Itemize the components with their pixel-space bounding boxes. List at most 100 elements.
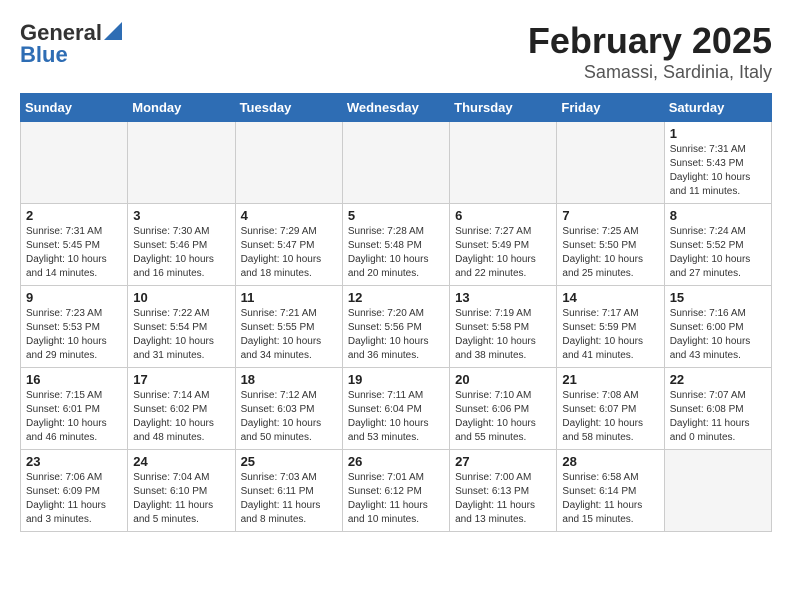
day-info: Sunrise: 7:19 AM Sunset: 5:58 PM Dayligh… [455, 307, 551, 363]
calendar-week-row: 1 Sunrise: 7:31 AM Sunset: 5:43 PM Daylig… [21, 122, 772, 204]
calendar-cell: 7Sunrise: 7:25 AM Sunset: 5:50 PM Daylig… [557, 204, 664, 286]
day-info: Sunrise: 6:58 AM Sunset: 6:14 PM Dayligh… [562, 471, 658, 527]
calendar-cell: 2 Sunrise: 7:31 AM Sunset: 5:45 PM Daylig… [21, 204, 128, 286]
day-info: Sunrise: 7:14 AM Sunset: 6:02 PM Dayligh… [133, 389, 229, 445]
day-number: 18 [241, 372, 337, 387]
day-number: 25 [241, 454, 337, 469]
day-info: Sunrise: 7:08 AM Sunset: 6:07 PM Dayligh… [562, 389, 658, 445]
calendar-table: SundayMondayTuesdayWednesdayThursdayFrid… [20, 93, 772, 532]
day-number: 10 [133, 290, 229, 305]
day-info: Sunrise: 7:27 AM Sunset: 5:49 PM Dayligh… [455, 225, 551, 281]
calendar-cell: 9 Sunrise: 7:23 AM Sunset: 5:53 PM Daylig… [21, 286, 128, 368]
page-header: General Blue February 2025 Samassi, Sard… [20, 20, 772, 83]
calendar-cell: 13 Sunrise: 7:19 AM Sunset: 5:58 PM Dayli… [450, 286, 557, 368]
calendar-cell: 27 Sunrise: 7:00 AM Sunset: 6:13 PM Dayli… [450, 450, 557, 532]
day-info: Sunrise: 7:31 AM Sunset: 5:43 PM Dayligh… [670, 143, 766, 199]
day-info: Sunrise: 7:30 AM Sunset: 5:46 PM Dayligh… [133, 225, 229, 281]
column-header-thursday: Thursday [450, 94, 557, 122]
day-number: 16 [26, 372, 122, 387]
day-info: Sunrise: 7:03 AM Sunset: 6:11 PM Dayligh… [241, 471, 337, 527]
logo-blue-text: Blue [20, 42, 68, 68]
day-number: 6 [455, 208, 551, 223]
day-number: 28 [562, 454, 658, 469]
day-number: 2 [26, 208, 122, 223]
day-info: Sunrise: 7:31 AM Sunset: 5:45 PM Dayligh… [26, 225, 122, 281]
calendar-cell: 1 Sunrise: 7:31 AM Sunset: 5:43 PM Daylig… [664, 122, 771, 204]
day-info: Sunrise: 7:21 AM Sunset: 5:55 PM Dayligh… [241, 307, 337, 363]
day-number: 12 [348, 290, 444, 305]
day-info: Sunrise: 7:20 AM Sunset: 5:56 PM Dayligh… [348, 307, 444, 363]
calendar-cell: 19 Sunrise: 7:11 AM Sunset: 6:04 PM Dayli… [342, 368, 449, 450]
day-number: 24 [133, 454, 229, 469]
calendar-cell [557, 122, 664, 204]
calendar-cell: 24 Sunrise: 7:04 AM Sunset: 6:10 PM Dayli… [128, 450, 235, 532]
day-info: Sunrise: 7:01 AM Sunset: 6:12 PM Dayligh… [348, 471, 444, 527]
calendar-cell: 17 Sunrise: 7:14 AM Sunset: 6:02 PM Dayli… [128, 368, 235, 450]
column-header-wednesday: Wednesday [342, 94, 449, 122]
day-number: 20 [455, 372, 551, 387]
day-number: 3 [133, 208, 229, 223]
title-block: February 2025 Samassi, Sardinia, Italy [528, 20, 772, 83]
calendar-week-row: 23Sunrise: 7:06 AM Sunset: 6:09 PM Dayli… [21, 450, 772, 532]
calendar-cell [128, 122, 235, 204]
day-number: 19 [348, 372, 444, 387]
calendar-week-row: 9 Sunrise: 7:23 AM Sunset: 5:53 PM Daylig… [21, 286, 772, 368]
day-info: Sunrise: 7:15 AM Sunset: 6:01 PM Dayligh… [26, 389, 122, 445]
calendar-cell: 18 Sunrise: 7:12 AM Sunset: 6:03 PM Dayli… [235, 368, 342, 450]
calendar-cell: 5 Sunrise: 7:28 AM Sunset: 5:48 PM Daylig… [342, 204, 449, 286]
day-number: 17 [133, 372, 229, 387]
day-number: 27 [455, 454, 551, 469]
day-info: Sunrise: 7:17 AM Sunset: 5:59 PM Dayligh… [562, 307, 658, 363]
column-header-monday: Monday [128, 94, 235, 122]
calendar-cell: 8Sunrise: 7:24 AM Sunset: 5:52 PM Daylig… [664, 204, 771, 286]
calendar-cell [21, 122, 128, 204]
calendar-week-row: 2 Sunrise: 7:31 AM Sunset: 5:45 PM Daylig… [21, 204, 772, 286]
day-info: Sunrise: 7:23 AM Sunset: 5:53 PM Dayligh… [26, 307, 122, 363]
day-info: Sunrise: 7:22 AM Sunset: 5:54 PM Dayligh… [133, 307, 229, 363]
day-number: 13 [455, 290, 551, 305]
logo: General Blue [20, 20, 122, 68]
day-info: Sunrise: 7:11 AM Sunset: 6:04 PM Dayligh… [348, 389, 444, 445]
day-number: 9 [26, 290, 122, 305]
day-info: Sunrise: 7:25 AM Sunset: 5:50 PM Dayligh… [562, 225, 658, 281]
calendar-cell: 23Sunrise: 7:06 AM Sunset: 6:09 PM Dayli… [21, 450, 128, 532]
day-info: Sunrise: 7:07 AM Sunset: 6:08 PM Dayligh… [670, 389, 766, 445]
day-info: Sunrise: 7:06 AM Sunset: 6:09 PM Dayligh… [26, 471, 122, 527]
day-number: 21 [562, 372, 658, 387]
calendar-cell [342, 122, 449, 204]
calendar-cell: 26Sunrise: 7:01 AM Sunset: 6:12 PM Dayli… [342, 450, 449, 532]
calendar-cell: 14 Sunrise: 7:17 AM Sunset: 5:59 PM Dayli… [557, 286, 664, 368]
calendar-week-row: 16 Sunrise: 7:15 AM Sunset: 6:01 PM Dayli… [21, 368, 772, 450]
calendar-cell: 6 Sunrise: 7:27 AM Sunset: 5:49 PM Daylig… [450, 204, 557, 286]
day-info: Sunrise: 7:04 AM Sunset: 6:10 PM Dayligh… [133, 471, 229, 527]
calendar-cell: 25 Sunrise: 7:03 AM Sunset: 6:11 PM Dayli… [235, 450, 342, 532]
day-info: Sunrise: 7:00 AM Sunset: 6:13 PM Dayligh… [455, 471, 551, 527]
column-header-friday: Friday [557, 94, 664, 122]
calendar-cell: 21 Sunrise: 7:08 AM Sunset: 6:07 PM Dayli… [557, 368, 664, 450]
day-number: 22 [670, 372, 766, 387]
calendar-cell: 12 Sunrise: 7:20 AM Sunset: 5:56 PM Dayli… [342, 286, 449, 368]
calendar-cell: 20 Sunrise: 7:10 AM Sunset: 6:06 PM Dayli… [450, 368, 557, 450]
day-number: 4 [241, 208, 337, 223]
day-info: Sunrise: 7:12 AM Sunset: 6:03 PM Dayligh… [241, 389, 337, 445]
calendar-cell [450, 122, 557, 204]
calendar-cell: 15Sunrise: 7:16 AM Sunset: 6:00 PM Dayli… [664, 286, 771, 368]
calendar-cell: 3 Sunrise: 7:30 AM Sunset: 5:46 PM Daylig… [128, 204, 235, 286]
day-info: Sunrise: 7:16 AM Sunset: 6:00 PM Dayligh… [670, 307, 766, 363]
day-number: 1 [670, 126, 766, 141]
month-title: February 2025 [528, 20, 772, 62]
day-info: Sunrise: 7:10 AM Sunset: 6:06 PM Dayligh… [455, 389, 551, 445]
column-header-tuesday: Tuesday [235, 94, 342, 122]
column-header-saturday: Saturday [664, 94, 771, 122]
column-header-sunday: Sunday [21, 94, 128, 122]
day-info: Sunrise: 7:28 AM Sunset: 5:48 PM Dayligh… [348, 225, 444, 281]
location-title: Samassi, Sardinia, Italy [528, 62, 772, 83]
logo-triangle-icon [104, 22, 122, 40]
day-number: 14 [562, 290, 658, 305]
calendar-cell: 11 Sunrise: 7:21 AM Sunset: 5:55 PM Dayli… [235, 286, 342, 368]
calendar-cell: 4Sunrise: 7:29 AM Sunset: 5:47 PM Daylig… [235, 204, 342, 286]
day-number: 5 [348, 208, 444, 223]
day-number: 11 [241, 290, 337, 305]
calendar-cell: 10 Sunrise: 7:22 AM Sunset: 5:54 PM Dayli… [128, 286, 235, 368]
day-number: 8 [670, 208, 766, 223]
